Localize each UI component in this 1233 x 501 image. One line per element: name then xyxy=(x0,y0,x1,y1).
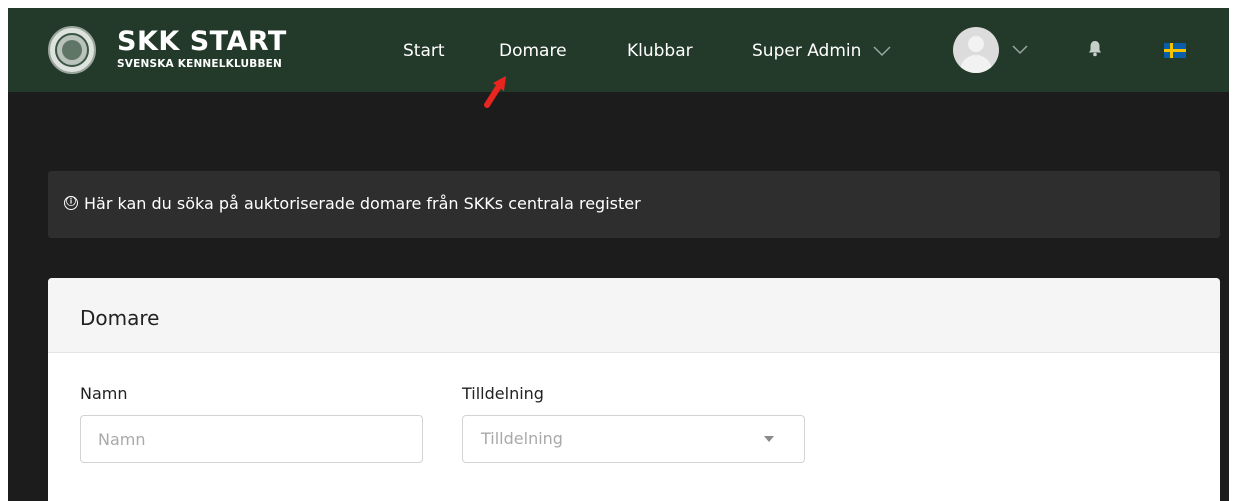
logo-emblem[interactable] xyxy=(48,26,96,74)
card-header: Domare xyxy=(48,278,1220,353)
allocation-label: Tilldelning xyxy=(462,384,544,403)
nav-domare[interactable]: Domare xyxy=(499,40,567,62)
flag-horizontal-cross xyxy=(1164,49,1186,52)
bell-icon[interactable] xyxy=(1088,40,1102,57)
info-text: Här kan du söka på auktoriserade domare … xyxy=(84,194,641,213)
navbar: SKK START SVENSKA KENNELKLUBBEN Start Do… xyxy=(8,8,1229,92)
info-icon: ⓘ xyxy=(64,196,78,210)
avatar[interactable] xyxy=(953,27,999,73)
caret-down-icon xyxy=(764,436,774,442)
chevron-down-icon[interactable] xyxy=(1012,44,1028,55)
search-card: Domare Namn Tilldelning Tilldelning xyxy=(48,278,1220,501)
allocation-select[interactable]: Tilldelning xyxy=(462,415,805,463)
nav-klubbar[interactable]: Klubbar xyxy=(627,40,693,62)
brand-subtitle: SVENSKA KENNELKLUBBEN xyxy=(117,58,283,70)
super-admin-label: Super Admin xyxy=(752,41,862,61)
avatar-head xyxy=(968,36,984,52)
name-input[interactable] xyxy=(80,415,423,463)
allocation-select-value: Tilldelning xyxy=(481,429,563,448)
swedish-flag-icon[interactable] xyxy=(1164,43,1186,58)
logo-core xyxy=(62,40,82,60)
card-title: Domare xyxy=(80,306,160,330)
app-frame: SKK START SVENSKA KENNELKLUBBEN Start Do… xyxy=(8,8,1229,501)
info-banner: ⓘ Här kan du söka på auktoriserade domar… xyxy=(48,171,1220,238)
nav-super-admin[interactable]: Super Admin xyxy=(752,40,891,62)
chevron-down-icon xyxy=(873,46,891,57)
annotation-arrow-icon xyxy=(484,76,506,108)
avatar-body xyxy=(960,55,992,73)
nav-start[interactable]: Start xyxy=(403,40,445,62)
flag-vertical-cross xyxy=(1170,43,1173,58)
name-label: Namn xyxy=(80,384,128,403)
brand-title[interactable]: SKK START xyxy=(117,28,287,56)
